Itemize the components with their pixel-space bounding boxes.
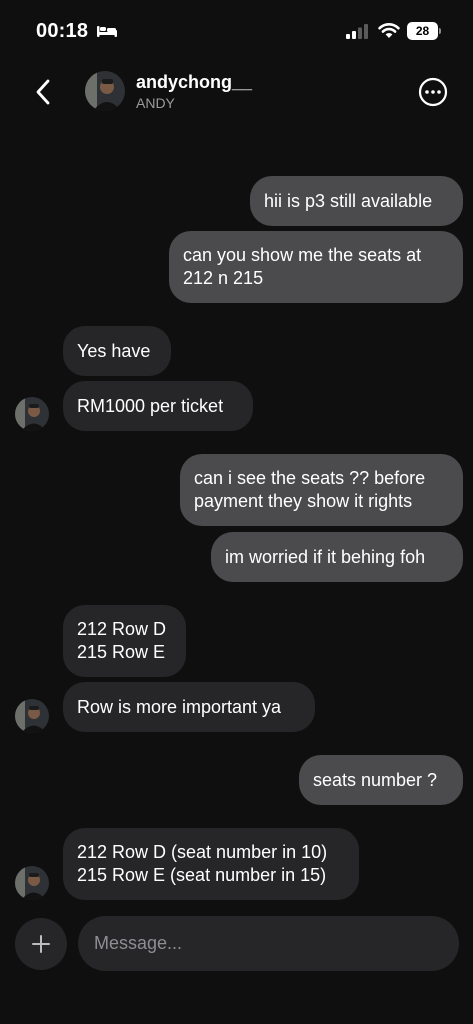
- avatar[interactable]: [15, 866, 49, 900]
- message-bubble-incoming[interactable]: Yes have: [63, 326, 171, 376]
- message-text: 212 n 215: [183, 268, 264, 288]
- message-text: can you show me the seats at: [183, 245, 422, 265]
- message-input[interactable]: [78, 916, 459, 971]
- more-options-icon[interactable]: [417, 76, 449, 108]
- contact-name[interactable]: andychong__: [136, 72, 252, 93]
- cellular-signal-icon: [346, 24, 368, 39]
- sleep-focus-icon: [97, 26, 117, 37]
- message-bubble-incoming[interactable]: 212 Row D (seat number in 10) 215 Row E …: [63, 828, 359, 900]
- message-bubble-outgoing[interactable]: hii is p3 still available: [250, 176, 463, 226]
- message-bubble-outgoing[interactable]: can i see the seats ?? before payment th…: [180, 454, 463, 526]
- message-text: Yes have: [77, 340, 151, 361]
- message-bubble-incoming[interactable]: Row is more important ya: [63, 682, 315, 732]
- message-text: payment they show it rights: [194, 491, 413, 511]
- message-text: 212 Row D: [77, 619, 167, 639]
- message-text: 215 Row E (seat number in 15): [77, 865, 327, 885]
- message-text: can i see the seats ?? before: [194, 468, 426, 488]
- contact-subtitle: ANDY: [136, 95, 175, 111]
- battery-icon: 28: [407, 22, 441, 40]
- wifi-icon: [378, 23, 400, 38]
- message-bubble-outgoing[interactable]: seats number ?: [299, 755, 463, 805]
- status-time: 00:18: [36, 20, 89, 42]
- chevron-left-icon: [36, 79, 50, 105]
- chat-header: andychong__ ANDY: [0, 62, 473, 122]
- message-bubble-outgoing[interactable]: can you show me the seats at 212 n 215: [169, 231, 463, 303]
- message-text: 215 Row E: [77, 642, 166, 662]
- avatar[interactable]: [15, 699, 49, 733]
- avatar[interactable]: [85, 71, 125, 111]
- status-bar: 00:18 28: [0, 0, 473, 60]
- message-text: im worried if it behing foh: [225, 546, 426, 567]
- add-attachment-button[interactable]: [15, 918, 67, 970]
- message-text: hii is p3 still available: [264, 190, 433, 211]
- message-text: seats number ?: [313, 769, 438, 790]
- message-bubble-incoming[interactable]: 212 Row D 215 Row E: [63, 605, 186, 677]
- battery-level: 28: [407, 22, 438, 40]
- message-bubble-incoming[interactable]: RM1000 per ticket: [63, 381, 253, 431]
- message-text: 212 Row D (seat number in 10): [77, 842, 328, 862]
- message-text: Row is more important ya: [77, 696, 282, 717]
- back-button[interactable]: [26, 72, 60, 112]
- message-text: RM1000 per ticket: [77, 395, 224, 416]
- avatar[interactable]: [15, 397, 49, 431]
- message-bubble-outgoing[interactable]: im worried if it behing foh: [211, 532, 463, 582]
- plus-icon: [32, 935, 50, 953]
